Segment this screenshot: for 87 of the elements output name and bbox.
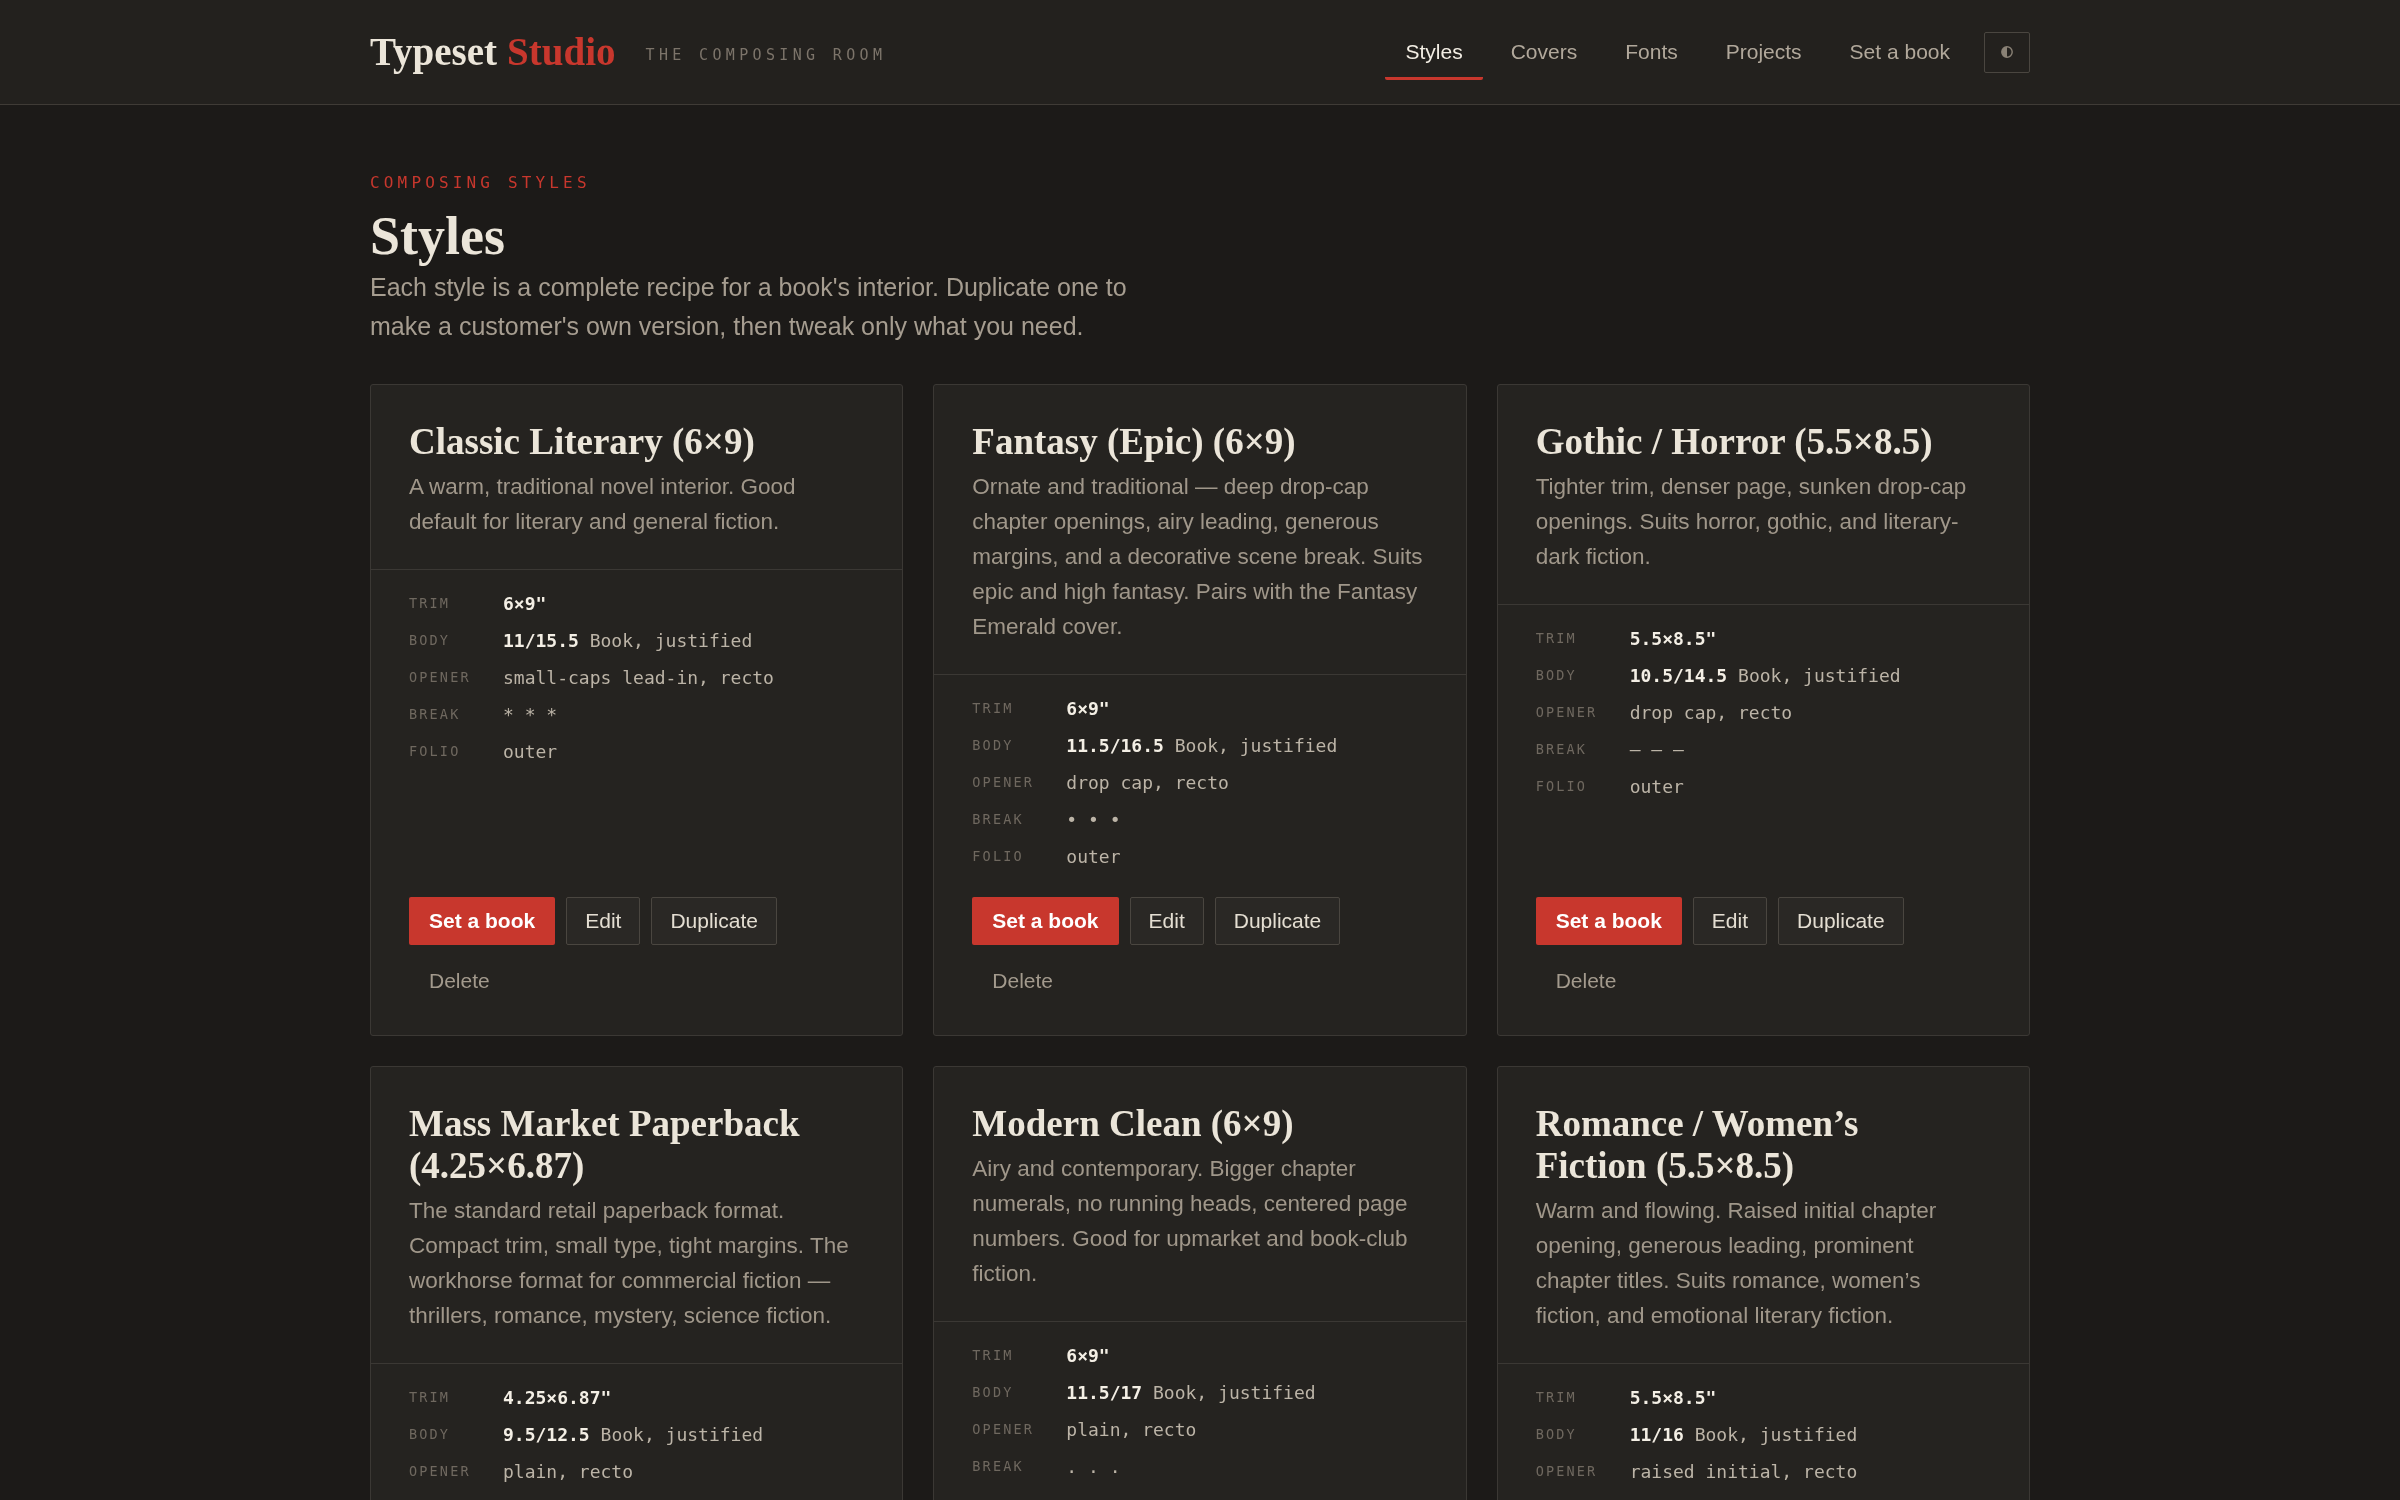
spec-value: outer: [503, 740, 558, 764]
spec-value: 5.5×8.5": [1629, 627, 1717, 651]
spec-value: plain, recto: [1066, 1418, 1197, 1442]
primary-button[interactable]: Set a book: [1535, 897, 1682, 945]
secondary-button[interactable]: Duplicate: [1778, 897, 1904, 945]
spec-label: BREAK: [409, 705, 462, 725]
spec-value: drop cap, recto: [1629, 701, 1793, 725]
spec-label: OPENER: [972, 773, 1036, 793]
spec-label: BODY: [972, 736, 1015, 756]
spec-value: 5.5×8.5": [1629, 1386, 1717, 1410]
page-intro: Each style is a complete recipe for a book's interior. Duplicate one to make a customer's own version, then tweak only what you need.: [370, 272, 1128, 342]
text-button[interactable]: Delete: [972, 957, 1074, 1005]
text-button[interactable]: Delete: [1535, 957, 1637, 1005]
spec-label: BODY: [972, 1383, 1015, 1403]
spec-value: drop cap, recto: [1066, 771, 1229, 795]
spec-value: — — —: [1629, 738, 1684, 762]
spec-label: BODY: [409, 1425, 452, 1445]
spec-value: 11/15.5 Book, justified: [503, 629, 753, 653]
style-title: Classic Literary (6×9): [409, 421, 756, 463]
spec-label: TRIM: [1535, 1388, 1578, 1408]
style-title: Fantasy (Epic) (6×9): [972, 421, 1297, 463]
eyebrow: COMPOSING STYLES: [370, 173, 592, 193]
spec-value: 11.5/17 Book, justified: [1066, 1381, 1316, 1405]
spec-label: FOLIO: [1535, 777, 1589, 797]
page-title: Styles: [370, 206, 506, 266]
tagline: THE COMPOSING ROOM: [645, 44, 887, 66]
style-description: Warm and flowing. Raised initial chapter opening, generous leading, prominent chapter titles. Suits romance, women’s fiction, and emotional literary fiction.: [1535, 1197, 1938, 1330]
style-title: Gothic / Horror (5.5×8.5): [1535, 421, 1934, 463]
spec-value: plain, recto: [503, 1460, 634, 1484]
style-description: The standard retail paperback format. Compact trim, small type, tight margins. The workhorse format for commercial fiction — thrillers, romance, mystery, science fiction.: [409, 1197, 850, 1330]
theme-toggle-button[interactable]: [1984, 31, 2030, 73]
spec-label: OPENER: [409, 1462, 472, 1482]
spec-label: BREAK: [1535, 740, 1589, 760]
spec-label: TRIM: [409, 594, 452, 614]
spec-label: TRIM: [1535, 629, 1578, 649]
spec-label: BODY: [409, 631, 452, 651]
nav-tab[interactable]: Covers: [1490, 23, 1598, 81]
spec-label: TRIM: [409, 1388, 452, 1408]
spec-value: 11/16 Book, justified: [1629, 1423, 1858, 1447]
secondary-button[interactable]: Edit: [1692, 897, 1768, 945]
spec-value: 10.5/14.5 Book, justified: [1629, 664, 1901, 688]
spec-value: . . .: [1066, 1455, 1121, 1479]
primary-button[interactable]: Set a book: [972, 897, 1119, 945]
spec-value: 6×9": [503, 592, 547, 616]
spec-value: 9.5/12.5 Book, justified: [503, 1423, 764, 1447]
spec-value: small-caps lead-in, recto: [503, 666, 774, 690]
nav-tab[interactable]: Fonts: [1605, 23, 1698, 81]
secondary-button[interactable]: Edit: [1129, 897, 1204, 945]
spec-value: 4.25×6.87": [503, 1386, 612, 1410]
nav-tab[interactable]: Styles: [1385, 23, 1483, 81]
spec-value: outer: [1629, 775, 1684, 799]
secondary-button[interactable]: Duplicate: [651, 897, 777, 945]
spec-label: TRIM: [972, 1346, 1015, 1366]
spec-label: FOLIO: [972, 847, 1025, 867]
spec-label: OPENER: [972, 1420, 1036, 1440]
spec-value: * * *: [503, 703, 558, 727]
spec-value: 11.5/16.5 Book, justified: [1066, 734, 1338, 758]
style-description: Airy and contemporary. Bigger chapter numerals, no running heads, centered page numbers. Good for upmarket and book-club fiction.: [972, 1155, 1409, 1288]
contrast-icon: [2001, 46, 2013, 58]
nav-tab[interactable]: Projects: [1705, 23, 1822, 81]
style-title: Mass Market Paperback (4.25×6.87): [409, 1103, 801, 1187]
spec-label: BODY: [1535, 666, 1578, 686]
primary-button[interactable]: Set a book: [409, 897, 556, 945]
text-button[interactable]: Delete: [409, 957, 510, 1005]
style-description: A warm, traditional novel interior. Good default for literary and general fiction.: [409, 473, 797, 536]
logo-text: Typeset: [370, 28, 498, 76]
spec-value: 6×9": [1066, 1344, 1110, 1368]
spec-label: OPENER: [409, 668, 472, 688]
style-title: Romance / Women’s Fiction (5.5×8.5): [1535, 1103, 1860, 1187]
spec-label: FOLIO: [409, 742, 462, 762]
logo-accent-text: Studio: [507, 28, 616, 75]
spec-value: raised initial, recto: [1629, 1460, 1858, 1484]
spec-value: outer: [1066, 845, 1121, 869]
spec-label: BREAK: [972, 1457, 1025, 1477]
spec-label: BREAK: [972, 810, 1025, 830]
spec-label: BODY: [1535, 1425, 1578, 1445]
spec-label: OPENER: [1535, 703, 1599, 723]
spec-label: TRIM: [972, 699, 1015, 719]
style-description: Tighter trim, denser page, sunken drop-cap openings. Suits horror, gothic, and literary-dark fiction.: [1535, 473, 1968, 571]
secondary-button[interactable]: Duplicate: [1214, 897, 1341, 945]
spec-label: OPENER: [1535, 1462, 1599, 1482]
nav-tab[interactable]: Set a book: [1829, 23, 1970, 81]
style-title: Modern Clean (6×9): [972, 1103, 1295, 1145]
spec-value: 6×9": [1066, 697, 1110, 721]
secondary-button[interactable]: Edit: [566, 897, 641, 945]
style-description: Ornate and traditional — deep drop-cap chapter openings, airy leading, generous margins, and a decorative scene break. Suits epic and high fantasy. Pairs with the Fantasy Emerald cover.: [972, 473, 1424, 641]
spec-value: • • •: [1066, 808, 1121, 832]
